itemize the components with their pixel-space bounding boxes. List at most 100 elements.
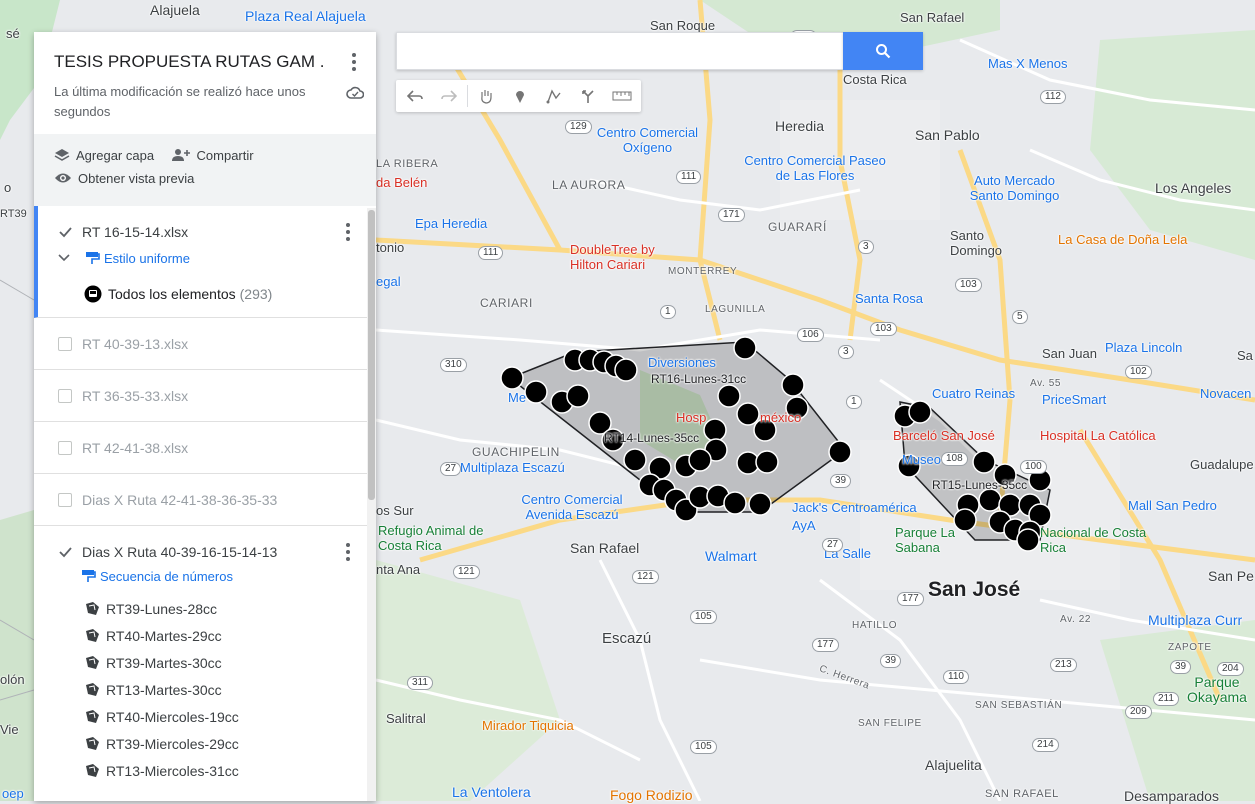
map-label[interactable]: Jack's Centroamérica [792, 500, 917, 515]
map-label[interactable]: Diversiones [648, 355, 716, 370]
map-label: Av. 22 [1060, 614, 1092, 625]
map-label[interactable]: Centro Comercial Avenida Escazú [512, 492, 632, 522]
route-item[interactable]: RT40-Martes-29cc [34, 622, 376, 649]
route-name: RT40-Miercoles-19cc [106, 708, 239, 725]
layer-name[interactable]: RT 16-15-14.xlsx [82, 224, 188, 240]
layer-header: RT 40-39-13.xlsx [34, 318, 376, 369]
layer-name[interactable]: RT 42-41-38.xlsx [82, 440, 188, 456]
route-item[interactable]: RT13-Miercoles-31cc [34, 757, 376, 784]
map-label[interactable]: Plaza Real Alajuela [245, 8, 366, 24]
undo-button[interactable] [398, 80, 432, 112]
search-input[interactable] [397, 33, 843, 69]
add-layer-label: Agregar capa [76, 147, 155, 163]
paint-roller-icon [86, 252, 100, 264]
map-label[interactable]: Auto Mercado Santo Domingo [962, 173, 1067, 203]
route-name: RT13-Martes-30cc [106, 681, 222, 698]
map-label: SAN SEBASTIÁN [975, 700, 1063, 711]
cloud-saved-icon [346, 86, 364, 99]
map-label[interactable]: DoubleTree by Hilton Cariari [570, 242, 680, 272]
route-item[interactable]: RT13-Martes-30cc [34, 676, 376, 703]
hand-icon [481, 90, 492, 104]
layer-checkbox[interactable] [58, 545, 72, 559]
map-label[interactable]: Parque Okayama [1182, 675, 1252, 705]
map-label: os Sur [376, 503, 414, 518]
layer-name[interactable]: RT 36-35-33.xlsx [82, 388, 188, 404]
route-shield: 111 [676, 170, 702, 184]
route-item[interactable]: RT39-Lunes-28cc [34, 595, 376, 622]
map-title[interactable]: TESIS PROPUESTA RUTAS GAM ... [54, 52, 324, 72]
hand-tool-button[interactable] [469, 80, 503, 112]
route-name: RT39-Lunes-28cc [106, 600, 218, 617]
layer-style-link[interactable]: Secuencia de números [34, 563, 376, 589]
panel-scrollbar-thumb[interactable] [368, 210, 375, 500]
map-label[interactable]: egal [376, 274, 401, 289]
map-label[interactable]: Multiplaza Curr [1148, 612, 1242, 628]
map-label[interactable]: Barceló San José [893, 428, 995, 443]
route-item[interactable]: RT39-Martes-30cc [34, 649, 376, 676]
draw-line-icon [546, 89, 561, 104]
map-label[interactable]: AyA [792, 518, 816, 533]
map-label[interactable]: Nacional de Costa Rica [1040, 525, 1150, 555]
more-options-icon[interactable] [346, 50, 362, 74]
checkmark-icon [59, 226, 72, 237]
more-options-icon[interactable] [340, 220, 356, 244]
layer-checkbox[interactable] [58, 336, 72, 351]
chevron-down-icon[interactable] [58, 254, 70, 262]
route-shield: 310 [440, 358, 467, 372]
route-item[interactable]: RT39-Miercoles-29cc [34, 730, 376, 757]
directions-button[interactable] [571, 80, 605, 112]
map-label: San Rafael [570, 540, 640, 556]
layer-rt-16-15-14: RT 16-15-14.xlsx Estilo uniforme Todos l… [34, 206, 376, 318]
map-label[interactable]: Mall San Pedro [1128, 498, 1217, 513]
layer-header: Dias X Ruta 42-41-38-36-35-33 [34, 474, 376, 525]
map-label[interactable]: Walmart [705, 548, 757, 564]
map-label[interactable]: Me [508, 390, 526, 405]
measure-button[interactable] [605, 80, 639, 112]
map-label[interactable]: Mas X Menos [988, 56, 1067, 71]
panel-header: TESIS PROPUESTA RUTAS GAM ... La última … [34, 32, 376, 134]
route-name: RT13-Miercoles-31cc [106, 762, 239, 779]
preview-button[interactable]: Obtener vista previa [54, 167, 194, 189]
layer-checkbox[interactable] [58, 225, 72, 239]
map-label[interactable]: méxico [760, 410, 801, 425]
map-label[interactable]: Parque La Sabana [895, 525, 975, 555]
map-label[interactable]: Epa Heredia [415, 216, 487, 231]
layer-name[interactable]: Dias X Ruta 42-41-38-36-35-33 [82, 492, 277, 508]
map-label[interactable]: PriceSmart [1042, 392, 1106, 407]
map-label[interactable]: Multiplaza Escazú [460, 460, 565, 475]
redo-button[interactable] [432, 80, 466, 112]
all-elements-row[interactable]: Todos los elementos (293) [38, 271, 376, 317]
map-label: HATILLO [852, 620, 898, 631]
map-label[interactable]: Plaza Lincoln [1105, 340, 1182, 355]
map-label[interactable]: Centro Comercial Oxígeno [590, 125, 705, 155]
map-label[interactable]: Santa Rosa [855, 291, 923, 306]
layer-name[interactable]: Dias X Ruta 40-39-16-15-14-13 [82, 544, 277, 560]
route-shield: 39 [1170, 660, 1192, 674]
paint-roller-icon [82, 570, 96, 582]
map-label[interactable]: Hospital La Católica [1040, 428, 1156, 443]
map-label[interactable]: da Belén [376, 175, 427, 190]
more-options-icon[interactable] [340, 540, 356, 564]
map-label[interactable]: Novacen [1200, 386, 1251, 401]
map-label[interactable]: Museo [902, 452, 941, 467]
map-label[interactable]: Hosp [676, 410, 706, 425]
map-label[interactable]: La Ventolera [452, 784, 531, 800]
map-label[interactable]: Cuatro Reinas [932, 386, 1015, 401]
layer-name[interactable]: RT 40-39-13.xlsx [82, 336, 188, 352]
map-label[interactable]: Centro Comercial Paseo de Las Flores [740, 153, 890, 183]
map-label: Escazú [602, 630, 652, 647]
share-button[interactable]: Compartir [171, 144, 254, 166]
search-button[interactable] [843, 32, 923, 70]
route-item[interactable]: RT40-Miercoles-19cc [34, 703, 376, 730]
map-label[interactable]: Mirador Tiquicia [482, 718, 574, 733]
map-label[interactable]: La Casa de Doña Lela [1058, 232, 1187, 247]
add-marker-button[interactable] [503, 80, 537, 112]
layer-checkbox[interactable] [58, 492, 72, 507]
marker-icon [516, 91, 524, 103]
layer-checkbox[interactable] [58, 440, 72, 455]
map-label[interactable]: Refugio Animal de Costa Rica [378, 523, 488, 553]
draw-line-button[interactable] [537, 80, 571, 112]
layer-style-link[interactable]: Estilo uniforme [38, 245, 376, 271]
layer-checkbox[interactable] [58, 388, 72, 403]
add-layer-button[interactable]: Agregar capa [54, 144, 154, 166]
